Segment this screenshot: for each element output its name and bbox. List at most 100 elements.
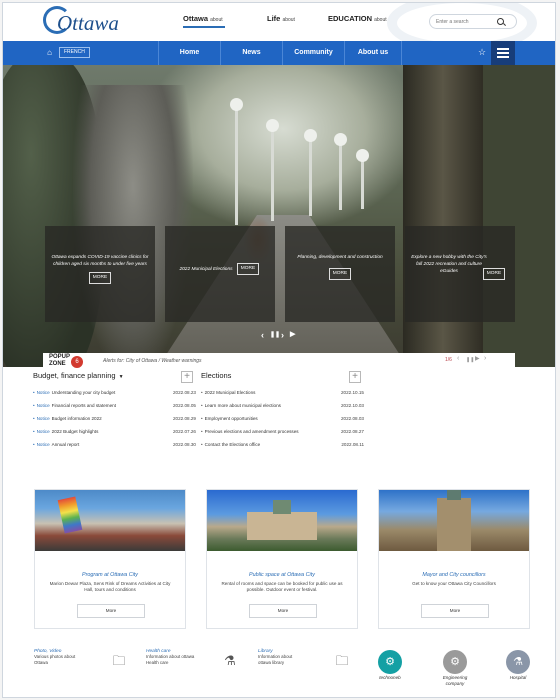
main-navbar: ⌂ FRENCH Home News Community About us ☆ <box>3 41 555 65</box>
topnav-sub: about <box>210 17 223 23</box>
pause-icon[interactable]: ❚❚ <box>270 329 280 341</box>
more-button[interactable]: MORE <box>329 268 351 280</box>
board-more-plus-icon[interactable]: + <box>349 371 361 383</box>
row-tag: Notice <box>36 416 50 421</box>
chevron-down-icon: ▼ <box>118 374 124 380</box>
topnav-life[interactable]: Life about <box>267 14 295 23</box>
favorite-icon[interactable]: ☆ <box>478 47 488 57</box>
board-row[interactable]: • Notice Financial reports and statement 20… <box>33 401 196 411</box>
logo-text: Ottawa <box>57 11 119 35</box>
hero-card[interactable]: 2022 Municipal Elections MORE <box>165 226 275 322</box>
circle-label[interactable]: Engineering company <box>435 675 475 686</box>
hero-card[interactable]: Ottawa expands COVID-19 vaccine clinics … <box>45 226 155 322</box>
feature-title[interactable]: Program at Ottawa City <box>35 572 185 578</box>
folder-icon[interactable]: 🗀 <box>110 653 128 669</box>
play-icon[interactable]: ▶ <box>290 329 295 341</box>
popup-prev-icon[interactable]: ‹ <box>457 355 459 362</box>
topnav-education[interactable]: EDUCATION about <box>328 14 387 23</box>
search-icon[interactable] <box>497 18 504 25</box>
popup-alert-text[interactable]: Alerts for: City of Ottawa / Weather war… <box>103 358 202 364</box>
more-button[interactable]: MORE <box>89 272 111 284</box>
menu-line <box>497 52 509 54</box>
board-row[interactable]: • Notice Annual report 2022.08.30 <box>33 440 196 450</box>
popup-label-line: POPUP <box>49 354 71 360</box>
board-more-plus-icon[interactable]: + <box>181 371 193 383</box>
row-date: 2022.08.05 <box>173 403 196 408</box>
popup-count-badge: 6 <box>71 356 83 368</box>
board-row[interactable]: • Notice 2022 Budget highlights 2022.07.26 <box>33 427 196 437</box>
hero-card[interactable]: Planning, development and construction M… <box>285 226 395 322</box>
quicklink-desc: Information about ottawa Health care <box>146 654 195 665</box>
row-text: Contact the Elections office <box>204 442 261 447</box>
board-title-text: Budget, finance planning <box>33 371 116 380</box>
page-frame: Ottawa Ottawa about Life about EDUCATION… <box>2 2 556 698</box>
quicklink-health-care[interactable]: Health care Information about ottawa Hea… <box>146 649 196 665</box>
bullet-icon: • <box>33 442 35 447</box>
circle-label[interactable]: Hospital <box>498 675 538 681</box>
quicklink-photo-video[interactable]: Photo, Video Various photos about Ottawa <box>34 649 78 665</box>
feature-card-public-space: Public space at Ottawa City Rental of ro… <box>206 489 358 629</box>
lab-flask-icon[interactable]: ⚗ <box>221 653 239 669</box>
nav-about-us[interactable]: About us <box>344 41 402 65</box>
nav-community[interactable]: Community <box>282 41 344 65</box>
board-row[interactable]: • Employment opportunities 2022.08.03 <box>201 414 364 424</box>
popup-pause-icon[interactable]: ❚❚ <box>466 357 474 363</box>
board-title[interactable]: Budget, finance planning ▼ <box>33 371 195 383</box>
board-title[interactable]: Elections <box>201 371 363 383</box>
board-row[interactable]: • Previous elections and amendment proces… <box>201 427 364 437</box>
menu-line <box>497 48 509 50</box>
more-button[interactable]: MORE <box>483 268 505 280</box>
nav-home[interactable]: Home <box>158 41 220 65</box>
topnav-label: Life <box>267 14 281 23</box>
row-text: Annual report <box>51 442 80 447</box>
row-tag: Notice <box>36 403 50 408</box>
feature-title[interactable]: Mayor and City councillors <box>379 572 529 578</box>
more-button[interactable]: More <box>421 604 489 618</box>
bullet-icon: • <box>201 403 203 408</box>
hospital-flask-icon[interactable]: ⚗ <box>506 650 530 674</box>
bullet-icon: • <box>201 429 203 434</box>
language-button[interactable]: FRENCH <box>59 47 90 58</box>
nav-news[interactable]: News <box>220 41 282 65</box>
quicklink-library[interactable]: Library Information about ottawa library <box>258 649 304 665</box>
row-date: 2022.07.26 <box>173 429 196 434</box>
prev-slide-icon[interactable]: ‹ <box>261 329 264 341</box>
board-row[interactable]: • Learn more about municipal elections 202… <box>201 401 364 411</box>
next-slide-icon[interactable]: › <box>281 329 284 341</box>
row-text: Learn more about municipal elections <box>204 403 281 408</box>
topnav-ottawa[interactable]: Ottawa about <box>183 14 225 28</box>
hero-card[interactable]: Explore a new hobby with the City's fall… <box>405 226 515 322</box>
street-lamp <box>356 149 369 209</box>
row-text: Budget information 2022 <box>51 416 102 421</box>
tower-graphic <box>437 498 471 551</box>
board-row[interactable]: • 2022 Municipal Elections 2022.10.15 <box>201 388 364 398</box>
home-icon[interactable]: ⌂ <box>45 48 54 57</box>
more-button[interactable]: MORE <box>237 263 259 275</box>
feature-title[interactable]: Public space at Ottawa City <box>207 572 357 578</box>
more-button[interactable]: More <box>249 604 317 618</box>
hamburger-menu-button[interactable] <box>491 41 515 65</box>
technoneb-gear-icon[interactable]: ⚙ <box>378 650 402 674</box>
board-row[interactable]: • Contact the Elections office 2022.08.11 <box>201 440 364 450</box>
topnav-sub: about <box>282 17 295 23</box>
row-tag: Notice <box>36 390 50 395</box>
folder-icon[interactable]: 🗀 <box>333 653 351 669</box>
popup-next-icon[interactable]: › <box>484 355 486 362</box>
popup-play-icon[interactable]: ▶ <box>475 355 480 362</box>
street-lamp <box>266 119 279 221</box>
bullet-icon: • <box>33 403 35 408</box>
more-button[interactable]: More <box>77 604 145 618</box>
building-graphic <box>247 512 317 540</box>
board-row[interactable]: • Notice Understanding your city budget 202… <box>33 388 196 398</box>
circle-label[interactable]: technoneb <box>370 675 410 681</box>
feature-description: Get to know your Ottawa City Councillors <box>412 581 496 586</box>
street-lamp <box>304 129 317 216</box>
engineering-gear-icon[interactable]: ⚙ <box>443 650 467 674</box>
search-input[interactable] <box>436 17 490 27</box>
menu-line <box>497 56 509 58</box>
bullet-icon: • <box>33 390 35 395</box>
hero-card-text: Ottawa expands COVID-19 vaccine clinics … <box>51 255 149 267</box>
row-date: 2022.08.03 <box>341 416 364 421</box>
popup-page-indicator: 1/6 <box>445 357 452 363</box>
board-row[interactable]: • Notice Budget information 2022 2022.08.29 <box>33 414 196 424</box>
